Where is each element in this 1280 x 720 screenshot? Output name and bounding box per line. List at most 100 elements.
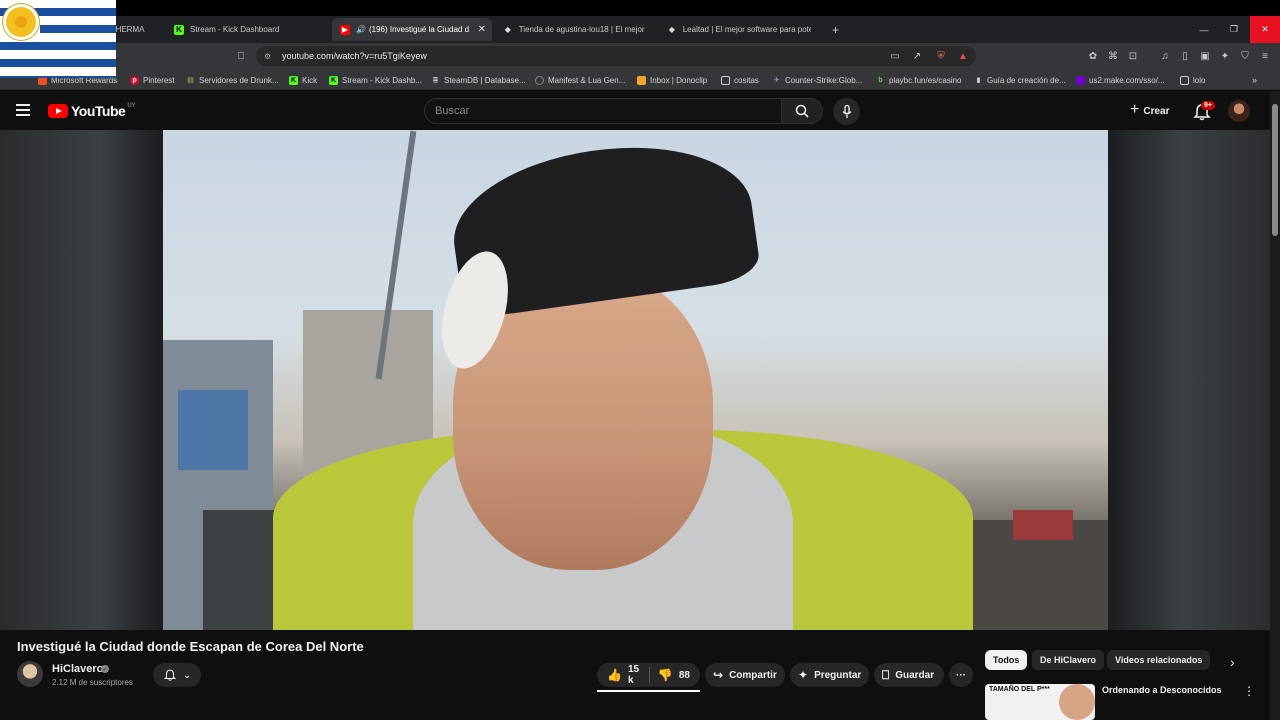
bookmark-pinterest[interactable]: p Pinterest — [130, 73, 175, 87]
bookmark-label: SteamDB | Database... — [444, 75, 526, 85]
ai-icon[interactable]: ✦ — [1218, 49, 1232, 63]
save-label: Guardar — [895, 669, 935, 681]
bookmark-label: us2.make.com/sso/... — [1089, 75, 1165, 85]
bookmark-make[interactable]: us2.make.com/sso/... — [1076, 73, 1165, 87]
create-button[interactable]: + Crear — [1122, 100, 1177, 122]
like-count[interactable]: 15 k — [628, 664, 641, 686]
share-icon[interactable]: ↗ — [910, 49, 924, 63]
bookmark-playbc[interactable]: b playbc.fun/es/casino — [876, 73, 961, 87]
music-icon[interactable]: ♫ — [1158, 49, 1172, 63]
extension-icon[interactable]: ✿ — [1086, 49, 1100, 63]
folder-icon — [1180, 75, 1189, 85]
dislike-count[interactable]: 88 — [679, 670, 690, 681]
bookmarks-overflow-icon[interactable]: » — [1252, 73, 1257, 87]
youtube-logo[interactable]: YouTube UY — [48, 103, 136, 119]
thumbs-up-icon[interactable]: 👍 — [607, 668, 622, 682]
channel-name[interactable]: HiClavero — [52, 663, 103, 675]
ask-label: Preguntar — [814, 669, 862, 681]
brave-shield-icon[interactable]: ⛨ — [934, 49, 948, 63]
country-code: UY — [127, 103, 136, 109]
chevron-right-icon[interactable]: › — [1230, 654, 1235, 670]
like-underline — [597, 690, 700, 692]
bookmark-icon[interactable]: ⎕ — [234, 49, 248, 63]
share-button[interactable]: ↪ Compartir — [705, 663, 785, 687]
new-tab-button[interactable]: + — [824, 18, 844, 41]
video-player[interactable] — [163, 130, 1108, 630]
bookmark-donoclip[interactable]: Inbox | Donoclip — [637, 73, 707, 87]
globe-icon — [535, 75, 544, 85]
bookmark-lolo[interactable]: lolo — [1180, 73, 1205, 87]
plus-icon: + — [1130, 101, 1140, 118]
channel-avatar[interactable] — [17, 661, 43, 687]
wallet-icon[interactable]: ▣ — [1198, 49, 1212, 63]
search-placeholder: Buscar — [435, 105, 470, 117]
thumbs-down-icon[interactable]: 👎 — [658, 668, 673, 682]
plus-icon: + — [832, 22, 840, 37]
rewards-icon[interactable]: ▲ — [956, 49, 970, 63]
save-button[interactable]: ⎕ Guardar — [874, 663, 944, 687]
cast-icon[interactable]: ▭ — [888, 49, 902, 63]
youtube-icon: ▶ — [340, 24, 350, 35]
store-icon: ◆ — [504, 25, 511, 34]
search-button[interactable] — [781, 98, 823, 124]
vpn-icon[interactable]: ⛉ — [1238, 49, 1252, 63]
top-strip — [0, 0, 1280, 16]
bookmark-servidores[interactable]: ▤ Servidores de Drunk... — [186, 73, 279, 87]
minimize-button[interactable]: — — [1188, 16, 1220, 43]
voice-search-button[interactable] — [833, 98, 860, 125]
tab-tienda[interactable]: ◆ Tienda de agustina-lou18 | El mejor s — [495, 18, 655, 41]
folder-icon — [721, 75, 730, 85]
close-tab-icon[interactable]: ✕ — [478, 24, 486, 35]
red-roof — [1013, 510, 1073, 540]
screen: LA HERMA K Stream - Kick Dashboard ▶ 🔊 (… — [0, 0, 1280, 720]
chevron-down-icon: ⌄ — [183, 669, 191, 680]
sidebar-icon[interactable]: ▯ — [1178, 49, 1192, 63]
screenshot-icon[interactable]: ⊡ — [1126, 49, 1140, 63]
ask-button[interactable]: ✦ Preguntar — [790, 663, 869, 687]
bookmark-guia[interactable]: ▮ Guía de creación de... — [974, 73, 1066, 87]
site-info-icon[interactable]: ⚙ — [264, 52, 271, 61]
casino-icon: b — [878, 76, 883, 84]
kebab-menu-icon[interactable]: ⋮ — [1243, 684, 1255, 698]
close-window-button[interactable]: ✕ — [1250, 16, 1280, 43]
bookmark-label: Counter-Strike:Glob... — [785, 75, 863, 85]
chip-de-hiclavero[interactable]: De HiClavero — [1032, 650, 1105, 670]
tab-lealtad[interactable]: ◆ Lealtad | El mejor software para pote — [659, 18, 819, 41]
tab-youtube-video[interactable]: ▶ 🔊 (196) Investigué la Ciudad de ✕ — [332, 18, 492, 41]
bookmark-cositas[interactable]: cositas — [721, 73, 759, 87]
create-label: Crear — [1143, 105, 1170, 117]
more-actions-button[interactable]: ··· — [949, 663, 973, 687]
bookmark-counter-strike[interactable]: ✈ Counter-Strike:Glob... — [772, 73, 863, 87]
recommended-title[interactable]: Ordenando a Desconocidos — [1102, 685, 1222, 695]
bookmark-label: cositas — [734, 75, 759, 85]
bookmark-steamdb[interactable]: ≣ SteamDB | Database... — [431, 73, 526, 87]
bookmark-manifest[interactable]: Manifest & Lua Gen... — [535, 73, 625, 87]
divider — [649, 667, 650, 683]
bookmark-stream-kick[interactable]: K Stream - Kick Dashb... — [329, 73, 422, 87]
maximize-button[interactable]: ❐ — [1218, 16, 1250, 43]
subscription-bell-button[interactable]: ⌄ — [153, 663, 201, 687]
bookmark-label: Stream - Kick Dashb... — [342, 75, 423, 85]
scrollbar-thumb[interactable] — [1272, 104, 1278, 236]
account-avatar[interactable] — [1228, 100, 1250, 122]
bookmark-label: Inbox | Donoclip — [650, 75, 708, 85]
chip-todos[interactable]: Todos — [985, 650, 1028, 670]
bookmark-icon: ⎕ — [882, 667, 890, 682]
subscriber-count: 2.12 M de suscriptores — [52, 678, 133, 687]
share-label: Compartir — [729, 669, 777, 681]
billboard — [178, 390, 248, 470]
recommended-thumbnail[interactable]: TAMAÑO DEL P*** — [985, 684, 1095, 720]
search-input[interactable]: Buscar — [424, 98, 782, 124]
tab-kick-dashboard[interactable]: K Stream - Kick Dashboard — [166, 18, 330, 41]
puzzle-icon[interactable]: ⌘ — [1106, 49, 1120, 63]
address-bar[interactable]: ⚙ youtube.com/watch?v=ru5TgiKeyew — [256, 46, 976, 66]
chip-videos-relacionados[interactable]: Videos relacionados — [1107, 650, 1211, 670]
thumbnail-text: TAMAÑO DEL P*** — [989, 686, 1050, 693]
hamburger-menu-icon[interactable] — [16, 104, 30, 116]
like-dislike-group: 👍 15 k 👎 88 — [597, 663, 700, 687]
menu-icon[interactable]: ≡ — [1258, 49, 1272, 63]
bookmark-label: Servidores de Drunk... — [199, 75, 279, 85]
sun-of-may-icon — [6, 7, 36, 37]
bookmark-kick[interactable]: K Kick — [289, 73, 317, 87]
kick-icon: K — [329, 75, 338, 85]
